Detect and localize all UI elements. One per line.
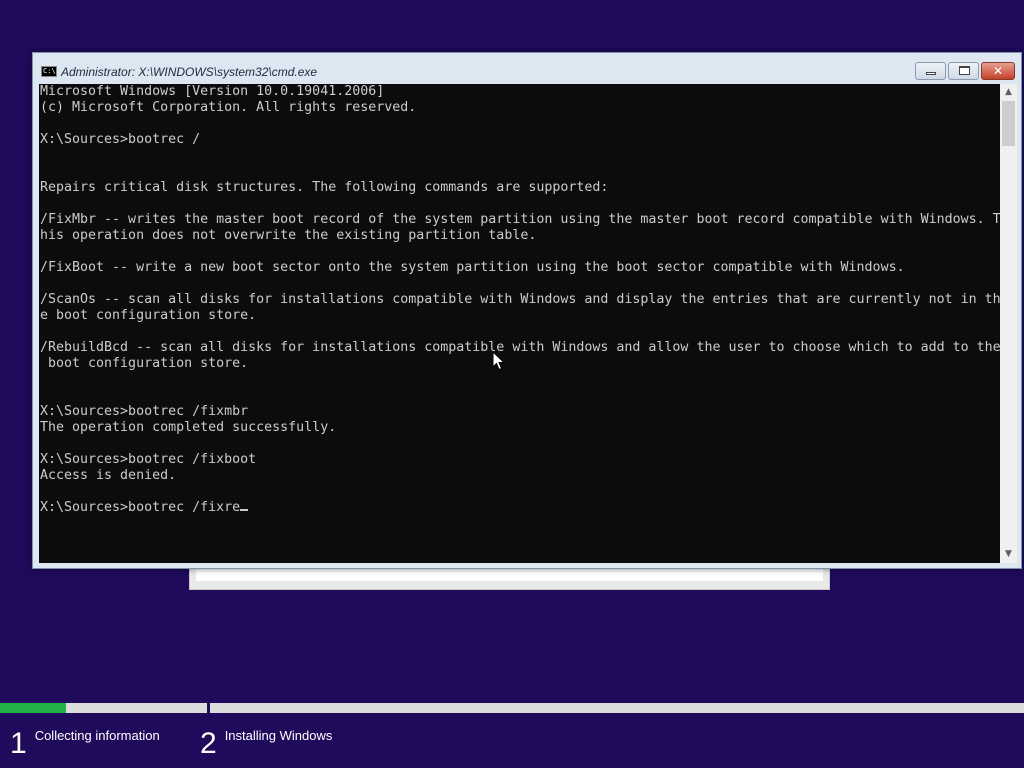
- window-title: Administrator: X:\WINDOWS\system32\cmd.e…: [61, 65, 318, 79]
- console-line: (c) Microsoft Corporation. All rights re…: [40, 100, 417, 115]
- scroll-down-arrow-icon[interactable]: ▼: [1000, 546, 1017, 563]
- cmd-app-icon[interactable]: C:\: [41, 66, 57, 77]
- console-line: X:\Sources>bootrec /fixmbr: [40, 404, 249, 419]
- minimize-icon: [926, 72, 936, 75]
- console-text: Microsoft Windows [Version 10.0.19041.20…: [39, 84, 1000, 516]
- console-line: boot configuration store.: [48, 356, 249, 371]
- console-line: Access is denied.: [40, 468, 177, 483]
- progress-segment-installing: [210, 703, 1024, 713]
- console-output[interactable]: Microsoft Windows [Version 10.0.19041.20…: [39, 84, 1000, 563]
- console-line: /RebuildBcd -- scan all disks for instal…: [40, 340, 1000, 355]
- maximize-icon: [959, 66, 970, 75]
- text-cursor: [240, 509, 249, 511]
- console-line: /FixBoot -- write a new boot sector onto…: [40, 260, 905, 275]
- scroll-thumb[interactable]: [1002, 101, 1015, 146]
- setup-progress-bar: [0, 703, 1024, 713]
- console-line: X:\Sources>bootrec /: [40, 132, 201, 147]
- close-icon: ✕: [992, 64, 1004, 78]
- title-bar[interactable]: C:\ Administrator: X:\WINDOWS\system32\c…: [33, 53, 1021, 83]
- step-label: Installing Windows: [224, 728, 333, 743]
- console-line: X:\Sources>bootrec /fixboot: [40, 452, 257, 467]
- step-label: Collecting information: [34, 728, 160, 743]
- mouse-pointer-icon: [492, 351, 506, 371]
- console-line: e boot configuration store.: [40, 308, 257, 323]
- close-button[interactable]: ✕: [981, 62, 1015, 80]
- console-line: Microsoft Windows [Version 10.0.19041.20…: [40, 84, 385, 99]
- console-line: /FixMbr -- writes the master boot record…: [40, 212, 1000, 227]
- console-input-line[interactable]: X:\Sources>bootrec /fixre: [40, 500, 240, 515]
- minimize-button[interactable]: [915, 62, 946, 80]
- console-line: his operation does not overwrite the exi…: [40, 228, 537, 243]
- progress-fill: [0, 703, 67, 713]
- setup-dialog-panel: [196, 567, 823, 581]
- vertical-scrollbar[interactable]: ▲ ▼: [1000, 84, 1017, 563]
- console-line: /ScanOs -- scan all disks for installati…: [40, 292, 1000, 307]
- maximize-button[interactable]: [948, 62, 979, 80]
- console-line: Repairs critical disk structures. The fo…: [40, 180, 609, 195]
- window-controls: ✕: [915, 62, 1015, 80]
- scroll-up-arrow-icon[interactable]: ▲: [1000, 84, 1017, 101]
- console-line: The operation completed successfully.: [40, 420, 337, 435]
- cmd-window: C:\ Administrator: X:\WINDOWS\system32\c…: [32, 52, 1022, 569]
- step-collecting-information: 1 Collecting information: [10, 726, 160, 762]
- progress-segment-collecting: [0, 703, 207, 713]
- step-number: 2: [200, 727, 217, 760]
- step-installing-windows: 2 Installing Windows: [200, 726, 332, 762]
- step-number: 1: [10, 727, 27, 760]
